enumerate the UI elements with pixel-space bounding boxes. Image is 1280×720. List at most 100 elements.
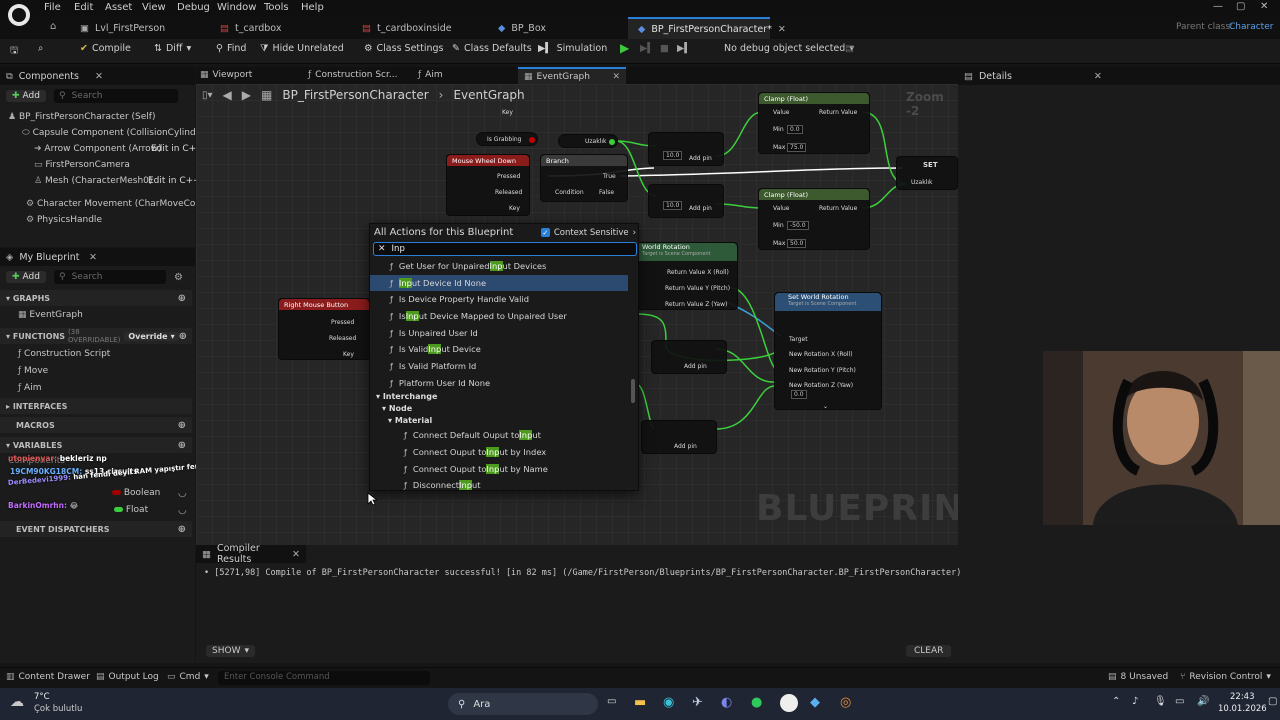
menu-tools[interactable]: Tools bbox=[264, 2, 289, 13]
debug-filter-icon[interactable]: ▤ bbox=[845, 43, 854, 54]
file-explorer-icon[interactable]: ▬ bbox=[634, 695, 646, 710]
microphone-icon[interactable]: 🎙 bbox=[1154, 696, 1167, 707]
node-add-3[interactable]: Add pin bbox=[651, 340, 727, 374]
component-camera[interactable]: ▭ FirstPersonCamera bbox=[34, 160, 130, 170]
macros-section[interactable]: MACROS ⊕ bbox=[0, 417, 192, 433]
graphs-section[interactable]: ▾ GRAPHS ⊕ bbox=[0, 290, 192, 306]
action-item[interactable]: ƒ Connect Ouput to Inp ut by Index bbox=[370, 444, 628, 460]
add-dispatcher-icon[interactable]: ⊕ bbox=[178, 524, 186, 535]
blender-icon[interactable]: ◎ bbox=[840, 695, 851, 710]
menu-window[interactable]: Window bbox=[217, 2, 256, 13]
min-value[interactable]: 0.0 bbox=[787, 125, 803, 134]
component-arrow[interactable]: ➜ Arrow Component (Arrow) bbox=[34, 144, 162, 154]
home-icon[interactable]: ⌂ bbox=[50, 21, 56, 32]
action-item[interactable]: ƒ Is Valid Inp ut Device bbox=[370, 341, 628, 357]
action-item[interactable]: ƒ Is Inp ut Device Mapped to Unpaired Use… bbox=[370, 308, 628, 324]
spotify-icon[interactable]: ● bbox=[751, 695, 762, 710]
taskbar-search[interactable]: ⚲ Ara bbox=[448, 693, 598, 715]
browse-icon[interactable]: ⌕ bbox=[38, 43, 43, 54]
component-movement[interactable]: ⚙ Character Movement (CharMoveComp) bbox=[26, 199, 213, 209]
task-view-icon[interactable]: ▭ bbox=[607, 696, 616, 707]
node-clamp-1[interactable]: Clamp (Float) Value Return Value Min 0.0… bbox=[758, 92, 870, 154]
min-value[interactable]: -50.0 bbox=[787, 221, 809, 230]
variables-section[interactable]: ▾ VARIABLES ⊕ bbox=[0, 437, 192, 453]
node-is-grabbing[interactable]: Is Grabbing bbox=[476, 132, 538, 146]
function-construction-script[interactable]: ƒ Construction Script bbox=[18, 349, 110, 359]
category-interchange[interactable]: ▾ Interchange bbox=[376, 392, 437, 401]
tab-bp-box[interactable]: ◆ BP_Box bbox=[488, 17, 618, 39]
graph-item-eventgraph[interactable]: ▦ EventGraph bbox=[18, 310, 83, 320]
add-pin-button[interactable]: Add pin bbox=[684, 363, 707, 370]
add-graph-icon[interactable]: ⊕ bbox=[178, 293, 186, 304]
value-box[interactable]: 10.0 bbox=[663, 151, 683, 160]
action-search-input[interactable]: ✕ Inp bbox=[373, 242, 637, 256]
notifications-icon[interactable]: ▢ bbox=[1268, 696, 1277, 707]
clear-button[interactable]: CLEAR bbox=[906, 645, 952, 657]
menu-edit[interactable]: Edit bbox=[74, 2, 93, 13]
windows-start-icon[interactable] bbox=[424, 696, 440, 712]
max-value[interactable]: 50.0 bbox=[787, 239, 807, 248]
add-member-button[interactable]: ✚ Add bbox=[6, 271, 46, 283]
node-set-world-rotation[interactable]: Set World Rotation Target is Scene Compo… bbox=[774, 292, 882, 410]
maximize-icon[interactable]: ▢ bbox=[1236, 1, 1245, 12]
eject-icon[interactable]: ▶▍ bbox=[677, 43, 692, 54]
network-icon[interactable]: ▭ bbox=[1175, 696, 1184, 707]
action-item[interactable]: ƒ Connect Ouput to Inp ut by Name bbox=[370, 461, 628, 477]
play-icon[interactable]: ▶ bbox=[620, 41, 629, 55]
settings-gear-icon[interactable]: ⚙ bbox=[174, 272, 183, 283]
node-add-4[interactable]: Add pin bbox=[641, 420, 717, 454]
stop-icon[interactable]: ■ bbox=[660, 43, 669, 54]
variable-float[interactable]: Float bbox=[114, 505, 148, 515]
find-button[interactable]: ⚲ Find bbox=[216, 43, 246, 54]
close-panel-icon[interactable]: ✕ bbox=[89, 252, 97, 263]
compile-button[interactable]: ✔ Compile bbox=[80, 43, 131, 54]
clear-search-icon[interactable]: ✕ bbox=[378, 244, 386, 254]
output-log-button[interactable]: ▤ Output Log bbox=[96, 672, 159, 682]
action-item[interactable]: ƒ Get User for Unpaired Inp ut Devices bbox=[370, 258, 628, 274]
app-icon[interactable]: ◆ bbox=[810, 695, 820, 710]
component-physicshandle[interactable]: ⚙ PhysicsHandle bbox=[26, 215, 102, 225]
close-tab-icon[interactable]: ✕ bbox=[612, 72, 620, 82]
yaw-value[interactable]: 0.0 bbox=[791, 390, 807, 399]
tab-construction-script[interactable]: ƒ Construction Scr... bbox=[308, 70, 397, 80]
category-material[interactable]: ▾ Material bbox=[388, 416, 432, 425]
tab-bp-firstpersoncharacter[interactable]: ◆ BP_FirstPersonCharacter* ✕ bbox=[628, 17, 786, 39]
tab-eventgraph[interactable]: ▦ EventGraph ✕ bbox=[518, 67, 626, 84]
tray-icon[interactable]: ♪ bbox=[1132, 696, 1138, 707]
eye-icon[interactable]: ◡ bbox=[178, 505, 187, 516]
edge-icon[interactable]: ◉ bbox=[663, 695, 674, 710]
component-mesh[interactable]: ♙ Mesh (CharacterMesh0) bbox=[34, 176, 152, 186]
parent-class-link[interactable]: Character bbox=[1229, 22, 1273, 32]
add-function-icon[interactable]: ⊕ bbox=[179, 331, 187, 342]
close-panel-icon[interactable]: ✕ bbox=[95, 71, 103, 82]
variable-boolean[interactable]: Boolean bbox=[112, 488, 160, 498]
menu-view[interactable]: View bbox=[142, 2, 166, 13]
diff-button[interactable]: ⇅ Diff ▾ bbox=[154, 43, 191, 54]
simulation-button[interactable]: ▶▍ Simulation bbox=[538, 43, 607, 54]
steam-icon[interactable]: ✈ bbox=[692, 695, 703, 710]
component-capsule[interactable]: ⬭ Capsule Component (CollisionCylinder) bbox=[22, 128, 208, 138]
add-pin-button[interactable]: Add pin bbox=[689, 155, 712, 162]
save-icon[interactable]: 🖫 bbox=[10, 43, 18, 59]
class-defaults-button[interactable]: ✎ Class Defaults bbox=[452, 43, 532, 54]
unreal-taskbar-icon[interactable] bbox=[780, 694, 798, 712]
node-set-uzaklik[interactable]: SET Uzaklık bbox=[896, 156, 958, 190]
my-blueprint-search-input[interactable]: ⚲ Search bbox=[53, 270, 166, 284]
console-command-input[interactable]: Enter Console Command bbox=[218, 671, 430, 685]
clock-time[interactable]: 22:43 bbox=[1230, 692, 1255, 702]
cmd-dropdown[interactable]: ▭ Cmd ▾ bbox=[167, 672, 209, 682]
value-box[interactable]: 10.0 bbox=[663, 201, 683, 210]
unsaved-button[interactable]: ▤ 8 Unsaved bbox=[1108, 672, 1168, 682]
action-item[interactable]: ƒ Connect Default Ouput to Inp ut bbox=[370, 427, 628, 443]
menu-help[interactable]: Help bbox=[301, 2, 324, 13]
node-right-mouse-button[interactable]: Right Mouse Button Pressed Released Key bbox=[278, 298, 370, 360]
node-branch[interactable]: Branch True False Condition bbox=[540, 154, 628, 202]
node-clamp-2[interactable]: Clamp (Float) Value Return Value Min -50… bbox=[758, 188, 870, 250]
close-tab-icon[interactable]: ✕ bbox=[778, 24, 786, 35]
action-item[interactable]: ƒ Is Valid Platform Id bbox=[370, 358, 628, 374]
action-item[interactable]: ƒ Is Unpaired User Id bbox=[370, 325, 628, 341]
close-panel-icon[interactable]: ✕ bbox=[292, 549, 300, 560]
float-pin[interactable] bbox=[609, 139, 615, 145]
discord-icon[interactable]: ◐ bbox=[721, 695, 732, 710]
speaker-icon[interactable]: 🔊 bbox=[1197, 696, 1209, 707]
